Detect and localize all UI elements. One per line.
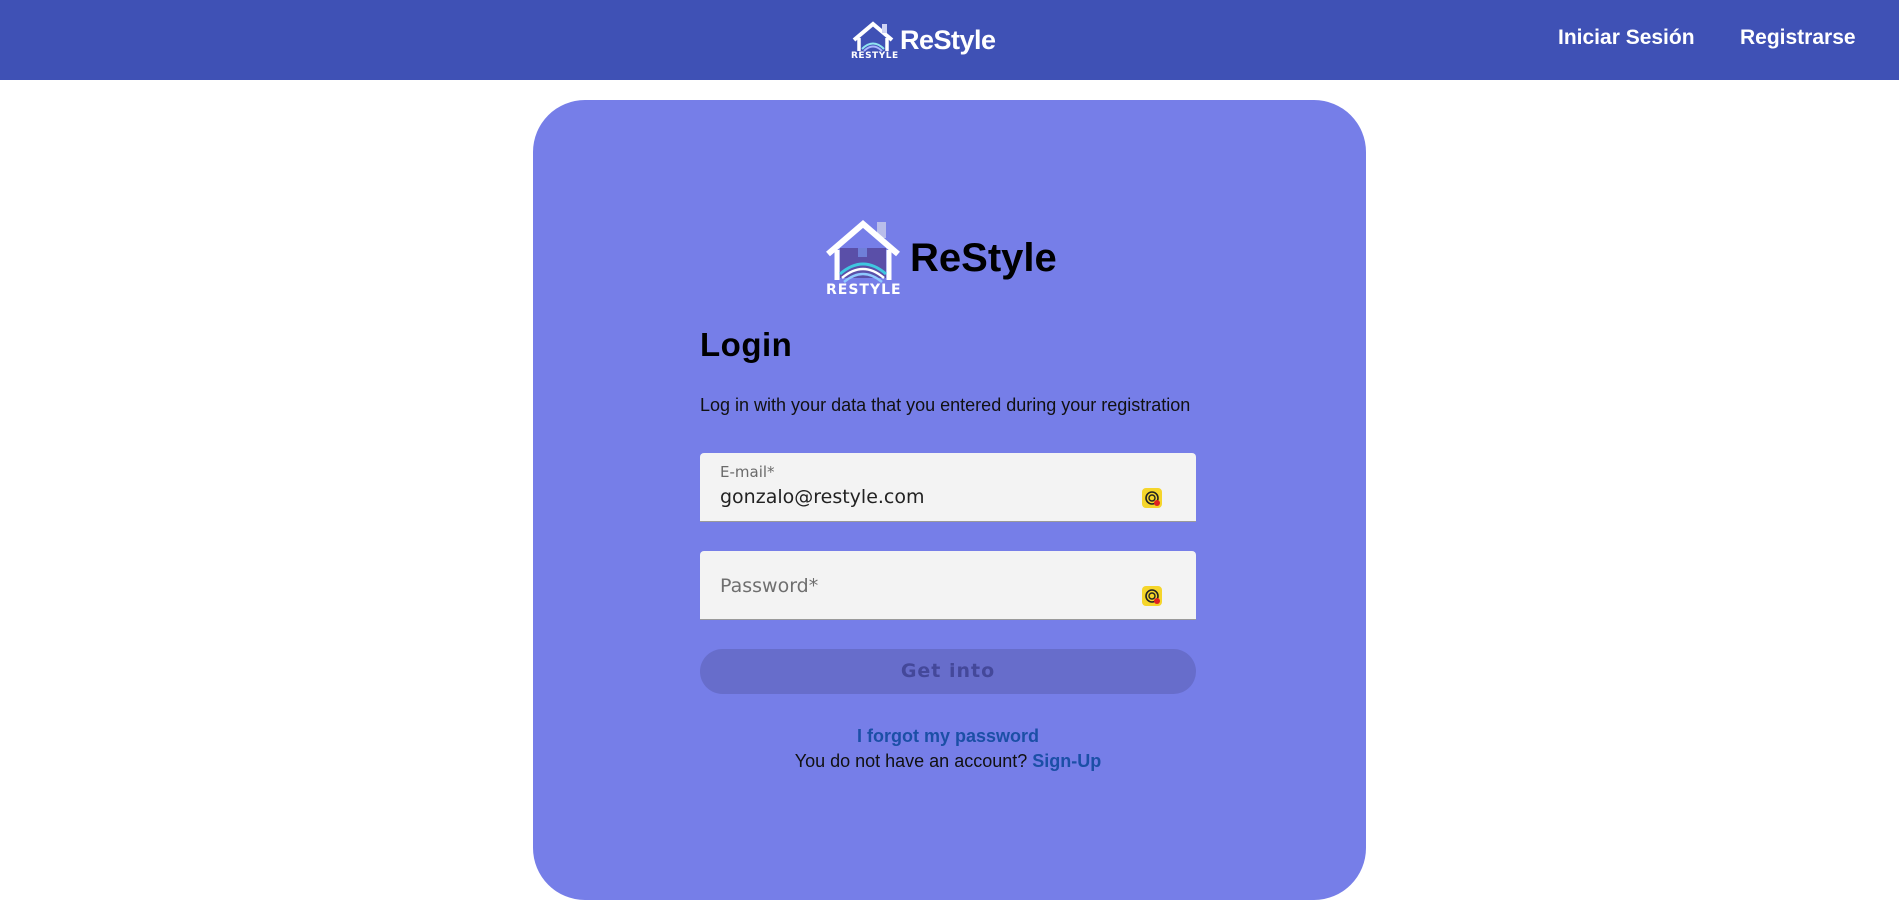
header-logo-link[interactable]: RESTYLE ReStyle (850, 18, 996, 62)
house-logo-icon: RESTYLE (824, 218, 902, 300)
email-field[interactable]: E-mail* gonzalo@restyle.com (700, 453, 1196, 522)
signup-link[interactable]: Sign-Up (1032, 751, 1101, 771)
password-field[interactable]: Password* (700, 551, 1196, 620)
password-field-placeholder: Password* (720, 575, 819, 597)
header-logo-caption: RESTYLE (851, 51, 899, 61)
get-into-button[interactable]: Get into (700, 649, 1196, 694)
signup-prompt: You do not have an account? Sign-Up (700, 751, 1196, 772)
house-logo-icon: RESTYLE (850, 18, 899, 62)
email-field-label: E-mail* (720, 463, 775, 481)
card-logo-caption: RESTYLE (826, 282, 902, 298)
email-field-value[interactable]: gonzalo@restyle.com (720, 486, 925, 508)
header-brand-name: ReStyle (900, 24, 996, 55)
forgot-password-link[interactable]: I forgot my password (700, 726, 1196, 747)
no-account-text: You do not have an account? (794, 751, 1028, 771)
nav-login-link[interactable]: Iniciar Sesión (1558, 26, 1695, 50)
top-navigation-bar: RESTYLE ReStyle Iniciar Sesión Registrar… (0, 0, 1899, 80)
login-subtitle: Log in with your data that you entered d… (700, 395, 1191, 415)
card-brand: RESTYLE ReStyle (824, 218, 1057, 300)
password-manager-extension-icon[interactable] (1142, 488, 1162, 508)
password-manager-extension-icon[interactable] (1142, 586, 1162, 606)
page-title: Login (700, 326, 793, 363)
nav-register-link[interactable]: Registrarse (1740, 26, 1856, 50)
card-brand-name: ReStyle (910, 236, 1057, 280)
